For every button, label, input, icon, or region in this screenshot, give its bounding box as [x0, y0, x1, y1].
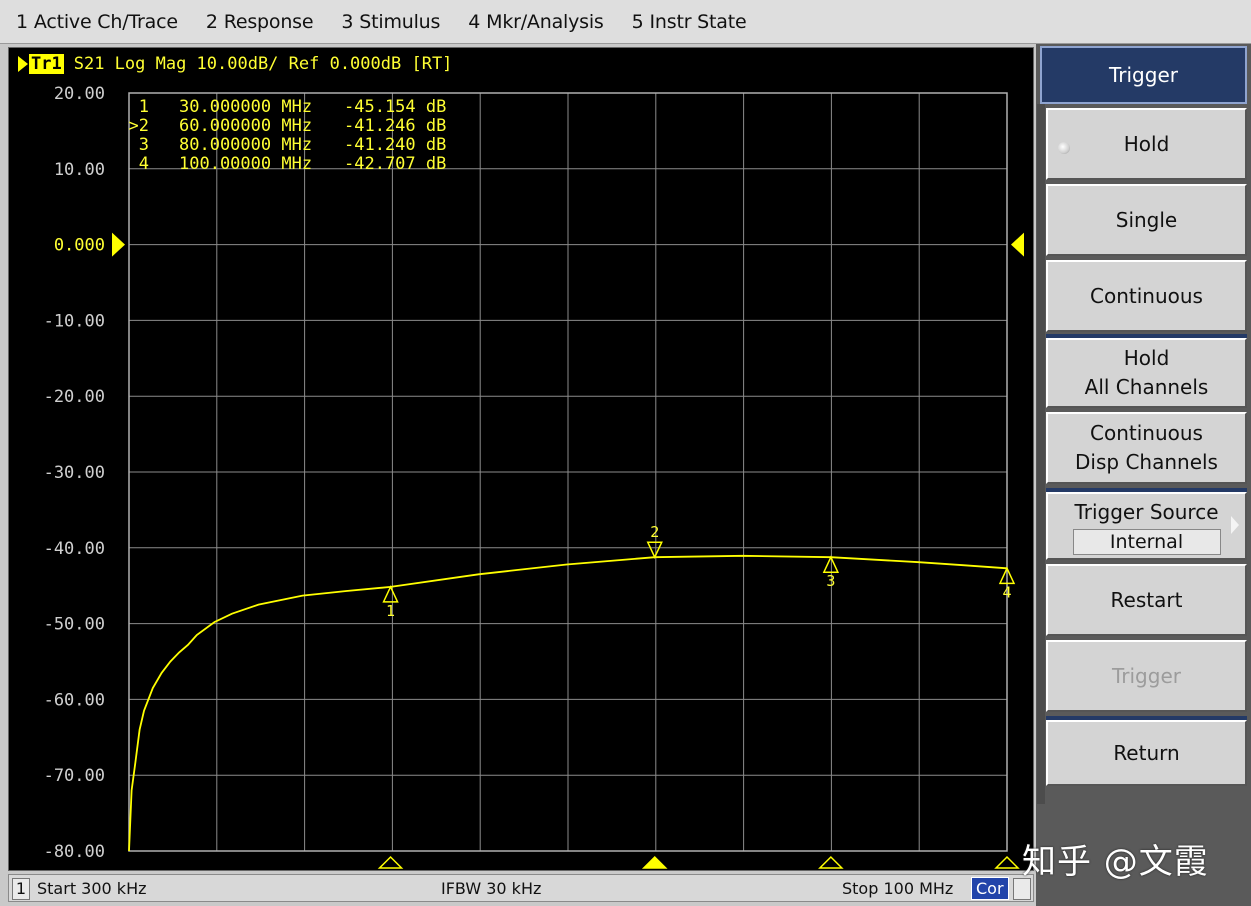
menu-instr-state[interactable]: 5 Instr State [616, 11, 759, 33]
marker-table-value: -41.246 dB [344, 116, 446, 136]
status-bar: 1 Start 300 kHz IFBW 30 kHz Stop 100 MHz… [8, 874, 1034, 902]
continuous-disp-channels-button[interactable]: Continuous Disp Channels [1046, 412, 1247, 484]
marker-1-label: 1 [386, 602, 395, 620]
y-tick-label: -60.00 [44, 690, 105, 710]
y-tick-label: -80.00 [44, 842, 105, 862]
marker-table-value: -42.707 dB [344, 154, 446, 174]
marker-table-id: >2 [129, 116, 149, 136]
y-tick-label: -20.00 [44, 387, 105, 407]
submenu-arrow-icon [1231, 516, 1239, 534]
menu-bar: 1 Active Ch/Trace 2 Response 3 Stimulus 4 Mk… [0, 0, 1251, 44]
menu-mkr-analysis[interactable]: 4 Mkr/Analysis [452, 11, 615, 33]
marker-2-symbol [646, 541, 663, 560]
y-tick-label: 20.00 [54, 84, 105, 104]
trigger-button[interactable]: Trigger [1046, 640, 1247, 712]
y-tick-label: -10.00 [44, 311, 105, 331]
return-button[interactable]: Return [1046, 720, 1247, 786]
marker-3-position-icon [818, 855, 844, 869]
marker-table-frequency: 100.00000 MHz [179, 154, 312, 174]
menu-active-ch-trace[interactable]: 1 Active Ch/Trace [0, 11, 190, 33]
y-tick-label: -30.00 [44, 463, 105, 483]
marker-table-id: 1 [139, 97, 149, 117]
softkey-scrollbar[interactable] [1037, 104, 1045, 804]
trace-tag[interactable]: Tr1 [29, 54, 64, 74]
marker-1-symbol [382, 585, 399, 603]
marker-table-frequency: 30.000000 MHz [179, 97, 312, 117]
status-channel[interactable]: 1 [12, 878, 30, 900]
marker-4-label: 4 [1002, 583, 1011, 601]
marker-table-frequency: 60.000000 MHz [179, 116, 312, 136]
watermark: 知乎 @文霞 [1022, 842, 1209, 882]
marker-3-label: 3 [826, 572, 835, 590]
reference-level-left-icon [112, 232, 125, 257]
marker-3-symbol [822, 555, 840, 573]
status-start: Start 300 kHz [37, 879, 147, 898]
hold-all-channels-button[interactable]: Hold All Channels [1046, 338, 1247, 408]
hold-indicator-icon [1058, 142, 1070, 154]
softkey-title: Trigger [1040, 46, 1247, 104]
status-cor-badge: Cor [971, 877, 1009, 900]
trace-info: S21 Log Mag 10.00dB/ Ref 0.000dB [RT] [73, 54, 453, 74]
menu-response[interactable]: 2 Response [190, 11, 326, 33]
y-tick-label: -70.00 [44, 766, 105, 786]
menu-stimulus[interactable]: 3 Stimulus [325, 11, 452, 33]
status-stop: Stop 100 MHz [842, 879, 954, 898]
y-tick-label: -50.00 [44, 615, 105, 635]
restart-button[interactable]: Restart [1046, 564, 1247, 636]
marker-2-position-icon [641, 855, 668, 869]
trace-plot: 20.00 10.00 0.000 -10.00 -20.00 -30.00 -40.00 -… [44, 84, 1024, 869]
marker-table-value: -41.240 dB [344, 135, 446, 155]
measurement-screen[interactable]: 20.00 10.00 0.000 -10.00 -20.00 -30.00 -40.00 -… [8, 47, 1034, 871]
trigger-source-value: Internal [1072, 528, 1221, 555]
continuous-button[interactable]: Continuous [1046, 260, 1247, 332]
status-ifbw: IFBW 30 kHz [441, 879, 542, 898]
marker-1-position-icon [377, 855, 404, 869]
trigger-source-button[interactable]: Trigger Source Internal [1046, 492, 1247, 560]
single-button[interactable]: Single [1046, 184, 1247, 256]
marker-table-frequency: 80.000000 MHz [179, 135, 312, 155]
marker-table-value: -45.154 dB [344, 97, 446, 117]
y-tick-label: 0.000 [54, 236, 105, 256]
trace-header[interactable]: Tr1 S21 Log Mag 10.00dB/ Ref 0.000dB [RT… [18, 54, 452, 74]
hold-button[interactable]: Hold [1046, 108, 1247, 180]
softkey-panel: Trigger Hold Single Continuous Hold All … [1036, 44, 1251, 906]
active-trace-arrow-icon [18, 56, 28, 72]
y-tick-label: -40.00 [44, 539, 105, 559]
marker-table-id: 4 [139, 154, 149, 174]
marker-table-id: 3 [139, 135, 149, 155]
marker-4-position-icon [994, 855, 1020, 869]
y-tick-label: 10.00 [54, 160, 105, 180]
reference-level-right-icon [1011, 232, 1024, 257]
marker-2-label: 2 [650, 523, 659, 541]
